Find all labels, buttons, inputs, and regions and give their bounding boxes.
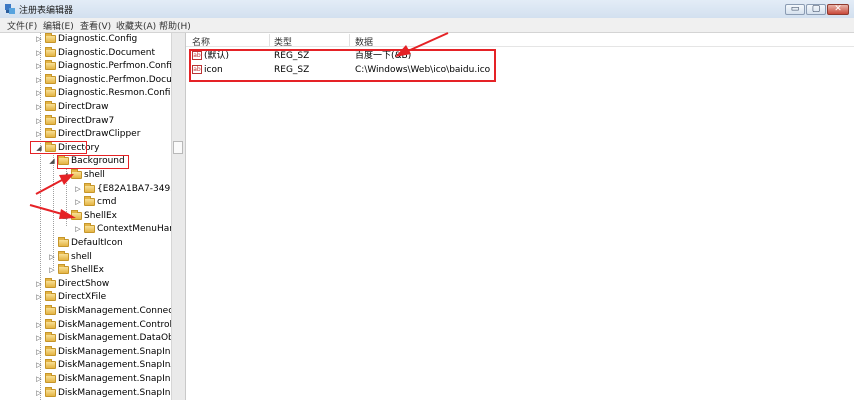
annotation-arrows <box>29 32 449 219</box>
red-arrow-icon <box>29 204 76 219</box>
red-arrow-icon <box>35 174 74 195</box>
red-arrow-icon <box>395 32 449 57</box>
